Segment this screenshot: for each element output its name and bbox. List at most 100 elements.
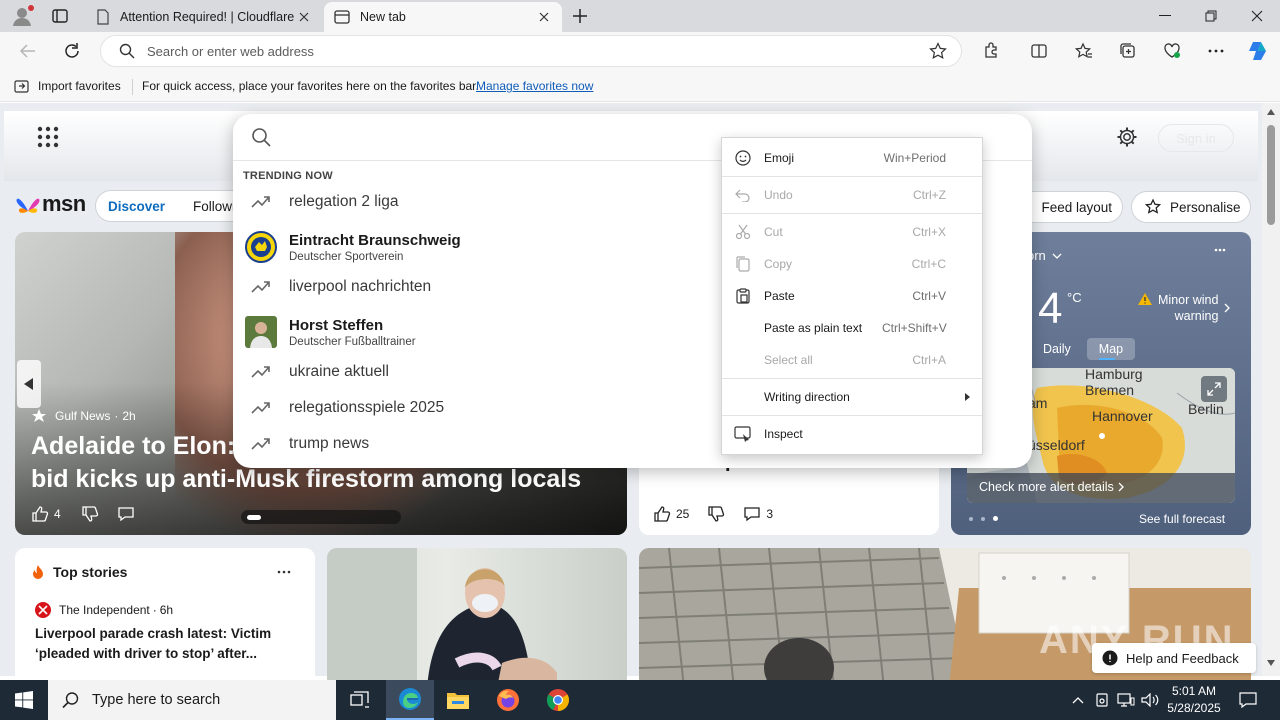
dislike-icon[interactable]	[707, 505, 725, 523]
split-screen-icon[interactable]	[1023, 35, 1055, 67]
file-explorer-icon[interactable]	[434, 680, 482, 720]
weather-temp: 4	[1038, 284, 1063, 333]
chrome-icon[interactable]	[534, 680, 582, 720]
menu-item-writing-direction[interactable]: Writing direction	[722, 382, 982, 412]
weather-location[interactable]: orn	[1027, 248, 1062, 263]
close-icon[interactable]	[296, 9, 312, 25]
story-source: The Independent · 6h	[35, 602, 173, 618]
favorite-star-icon[interactable]	[922, 35, 954, 67]
suggestion-item[interactable]: relegationsspiele 2025	[243, 399, 713, 417]
suggestion-item[interactable]: relegation 2 liga	[243, 193, 713, 211]
scroll-up-icon[interactable]	[1267, 109, 1275, 115]
suggestion-text: ukraine aktuell	[289, 363, 389, 380]
import-favorites-button[interactable]: Import favorites	[14, 79, 121, 93]
personalise-label: Personalise	[1170, 199, 1241, 215]
comment-icon[interactable]	[743, 505, 761, 523]
map-city-dusseldorf: üsseldorf	[1028, 437, 1085, 453]
restore-button[interactable]	[1188, 0, 1234, 32]
eintracht-braunschweig-logo-icon	[243, 231, 279, 263]
favorites-message: For quick access, place your favorites h…	[142, 79, 479, 93]
menu-item-paste[interactable]: Paste Ctrl+V	[722, 281, 982, 311]
expand-map-icon[interactable]	[1201, 376, 1227, 402]
dentist-image-card[interactable]	[327, 548, 627, 688]
profile-avatar[interactable]	[10, 4, 36, 28]
suggestion-item[interactable]: Horst Steffen Deutscher Fußballtrainer	[243, 316, 713, 348]
device-icon[interactable]	[1092, 680, 1112, 720]
tab-title: Attention Required! | Cloudflare	[120, 10, 295, 24]
carousel-prev-button[interactable]	[17, 360, 41, 408]
personalise-button[interactable]: Personalise	[1131, 191, 1251, 223]
menu-item-paste-plain[interactable]: Paste as plain text Ctrl+Shift+V	[722, 313, 982, 343]
firefox-icon[interactable]	[484, 680, 532, 720]
page-icon	[96, 9, 110, 25]
favorites-icon[interactable]	[1068, 35, 1100, 67]
start-button[interactable]	[0, 680, 48, 720]
close-icon[interactable]	[536, 9, 552, 25]
check-alert-link[interactable]: Check more alert details	[979, 480, 1124, 494]
edge-taskbar-icon[interactable]	[386, 680, 434, 720]
weather-unit[interactable]: °C	[1067, 290, 1082, 305]
scroll-down-icon[interactable]	[1267, 660, 1275, 666]
minimize-button[interactable]	[1142, 0, 1188, 32]
taskbar-search[interactable]: Type here to search	[48, 680, 336, 720]
search-icon	[119, 43, 135, 59]
like-icon[interactable]	[31, 505, 49, 523]
feed-layout-button[interactable]: Feed layout	[1030, 191, 1123, 223]
full-forecast-link[interactable]: See full forecast	[1139, 512, 1225, 526]
extensions-icon[interactable]	[975, 35, 1007, 67]
manage-favorites-link[interactable]: Manage favorites now	[476, 79, 593, 93]
collections-icon[interactable]	[1112, 35, 1144, 67]
back-icon[interactable]	[12, 35, 44, 67]
tab-cloudflare[interactable]: Attention Required! | Cloudflare	[86, 2, 322, 32]
refresh-icon[interactable]	[56, 35, 88, 67]
comment-icon[interactable]	[117, 505, 135, 523]
browser-essentials-icon[interactable]	[1156, 35, 1188, 67]
cut-icon	[722, 224, 764, 240]
copilot-icon[interactable]	[1242, 35, 1274, 67]
task-view-icon[interactable]	[336, 680, 384, 720]
favorites-bar: Import favorites For quick access, place…	[0, 70, 1280, 102]
notifications-icon[interactable]	[1234, 680, 1262, 720]
menu-item-select-all: Select all Ctrl+A	[722, 345, 982, 375]
mid-likes: 25	[676, 507, 690, 521]
taskbar-search-placeholder: Type here to search	[92, 692, 221, 708]
sign-in-button[interactable]: Sign in	[1158, 124, 1234, 152]
tray-overflow-icon[interactable]	[1068, 680, 1088, 720]
suggestion-item[interactable]: trump news	[243, 435, 713, 453]
tab-daily[interactable]: Daily	[1031, 338, 1083, 360]
dislike-icon[interactable]	[81, 505, 99, 523]
scroll-thumb[interactable]	[1267, 125, 1275, 225]
weather-more-icon[interactable]	[1214, 248, 1226, 252]
story-source-name: The Independent	[59, 603, 150, 617]
suggestion-item[interactable]: liverpool nachrichten	[243, 278, 713, 296]
settings-gear-icon[interactable]	[1116, 126, 1138, 148]
nav-discover[interactable]: Discover	[108, 199, 165, 214]
help-feedback-button[interactable]: Help and Feedback	[1092, 643, 1256, 673]
taskbar-clock[interactable]: 5:01 AM 5/28/2025	[1160, 683, 1228, 717]
new-tab-button[interactable]	[570, 6, 590, 26]
address-bar[interactable]: Search or enter web address	[100, 35, 962, 67]
menu-separator	[722, 378, 982, 379]
like-icon[interactable]	[653, 505, 671, 523]
page-scrollbar[interactable]	[1262, 103, 1280, 676]
tab-actions-icon[interactable]	[50, 6, 70, 26]
story-headline[interactable]: Liverpool parade crash latest: Victim ‘p…	[35, 624, 285, 664]
menu-item-inspect[interactable]: Inspect	[722, 419, 982, 449]
volume-icon[interactable]	[1139, 680, 1161, 720]
tab-map[interactable]: Map	[1086, 338, 1136, 360]
msn-logo[interactable]: msn	[16, 191, 86, 217]
suggestion-item[interactable]: ukraine aktuell	[243, 363, 713, 381]
weather-alert[interactable]: Minor wind warning	[1137, 292, 1231, 324]
menu-item-emoji[interactable]: Emoji Win+Period	[722, 143, 982, 173]
top-stories-title: Top stories	[53, 564, 128, 580]
more-options-icon[interactable]	[1200, 35, 1232, 67]
menu-separator	[722, 213, 982, 214]
close-window-button[interactable]	[1234, 0, 1280, 32]
suggestion-item[interactable]: Eintracht Braunschweig Deutscher Sportve…	[243, 231, 713, 263]
apps-grid-icon[interactable]	[37, 126, 59, 148]
network-icon[interactable]	[1115, 680, 1137, 720]
top-stories-more-icon[interactable]	[277, 570, 291, 574]
trending-icon	[243, 365, 279, 379]
tab-new-tab[interactable]: New tab	[324, 2, 562, 32]
menu-item-undo: Undo Ctrl+Z	[722, 180, 982, 210]
